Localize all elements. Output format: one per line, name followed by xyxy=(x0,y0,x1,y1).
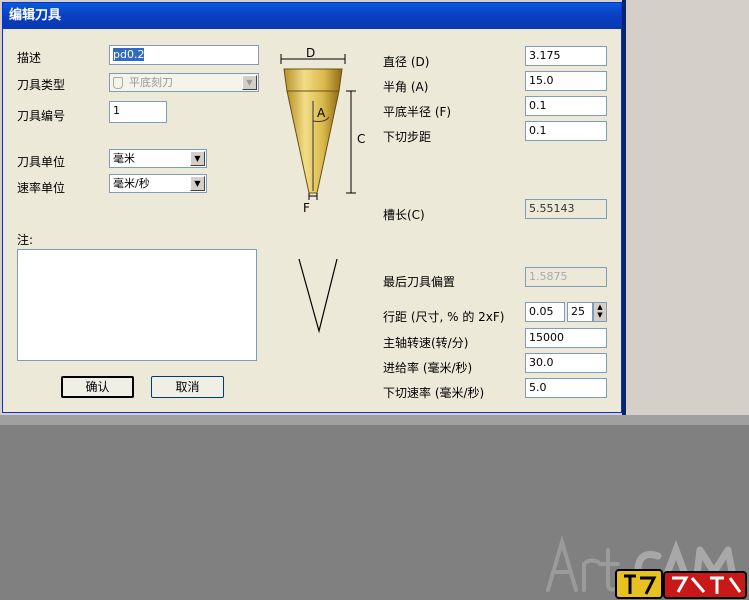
desktop-strip xyxy=(0,415,749,425)
feed-rate-label: 进给率 (毫米/秒) xyxy=(383,361,473,375)
chevron-down-icon[interactable]: ▼ xyxy=(190,151,205,166)
diagram-label-d: D xyxy=(306,46,316,60)
description-input[interactable]: pd0.2 xyxy=(109,45,259,65)
flat-radius-input[interactable]: 0.1 xyxy=(525,96,607,116)
diagram-label-a: A xyxy=(317,106,326,120)
ok-button[interactable]: 确认 xyxy=(61,376,134,398)
flute-length-value: 5.55143 xyxy=(525,199,607,219)
rate-unit-select[interactable]: 毫米/秒 ▼ xyxy=(109,174,207,193)
tool-type-select[interactable]: 平底刻刀 ▼ xyxy=(109,73,259,92)
diagram-label-c: C xyxy=(357,132,366,146)
tool-number-label: 刀具编号 xyxy=(17,109,66,123)
stepdown-input[interactable]: 0.1 xyxy=(525,121,607,141)
chevron-down-icon[interactable]: ▼ xyxy=(242,75,257,90)
tool-type-value: 平底刻刀 xyxy=(129,76,173,89)
dialog-title[interactable]: 编辑刀具 xyxy=(3,3,621,29)
spindle-speed-input[interactable]: 15000 xyxy=(525,328,607,348)
notes-label: 注: xyxy=(17,233,34,247)
spin-up-icon[interactable]: ▲ xyxy=(594,303,606,311)
diameter-input[interactable]: 3.175 xyxy=(525,46,607,66)
tool-number-input[interactable]: 1 xyxy=(109,101,167,123)
rate-unit-label: 速率单位 xyxy=(17,181,66,195)
rate-unit-value: 毫米/秒 xyxy=(113,177,150,190)
plunge-rate-input[interactable]: 5.0 xyxy=(525,378,607,398)
feed-rate-input[interactable]: 30.0 xyxy=(525,353,607,373)
flat-radius-label: 平底半径 (F) xyxy=(383,105,452,119)
window-border xyxy=(622,0,626,415)
stepover-percent-input[interactable]: 25 xyxy=(567,302,593,322)
cancel-button[interactable]: 取消 xyxy=(151,376,224,398)
chevron-down-icon[interactable]: ▼ xyxy=(190,176,205,191)
stepover-label: 行距 (尺寸, % 的 2xF) xyxy=(383,310,505,324)
tool-shank xyxy=(283,68,343,92)
stepdown-label: 下切步距 xyxy=(383,130,432,144)
tool-unit-label: 刀具单位 xyxy=(17,155,66,169)
notes-textarea[interactable] xyxy=(17,249,257,361)
tool-profile-sketch xyxy=(298,258,338,334)
flute-length-label: 槽长(C) xyxy=(383,208,425,222)
diagram-label-f: F xyxy=(303,201,310,215)
edit-tool-dialog: 编辑刀具 描述 pd0.2 刀具类型 平底刻刀 ▼ 刀具编号 1 刀具单位 毫米… xyxy=(2,2,622,413)
stepover-spinner[interactable]: ▲ ▼ xyxy=(593,302,607,322)
description-label: 描述 xyxy=(17,51,42,65)
artcam-watermark-logo xyxy=(546,534,747,599)
tool-bit-icon xyxy=(113,77,123,89)
description-value: pd0.2 xyxy=(113,48,145,61)
spindle-speed-label: 主轴转速(转/分) xyxy=(383,336,469,350)
tool-unit-value: 毫米 xyxy=(113,152,135,165)
stepover-input[interactable]: 0.05 xyxy=(525,302,565,322)
tool-type-label: 刀具类型 xyxy=(17,78,66,92)
half-angle-input[interactable]: 15.0 xyxy=(525,71,607,91)
last-offset-input[interactable]: 1.5875 xyxy=(525,267,607,287)
plunge-rate-label: 下切速率 (毫米/秒) xyxy=(383,386,485,400)
last-offset-label: 最后刀具偏置 xyxy=(383,275,456,289)
half-angle-label: 半角 (A) xyxy=(383,80,429,94)
tool-diagram xyxy=(280,54,356,334)
tool-unit-select[interactable]: 毫米 ▼ xyxy=(109,149,207,168)
diameter-label: 直径 (D) xyxy=(383,55,430,69)
spin-down-icon[interactable]: ▼ xyxy=(594,311,606,319)
